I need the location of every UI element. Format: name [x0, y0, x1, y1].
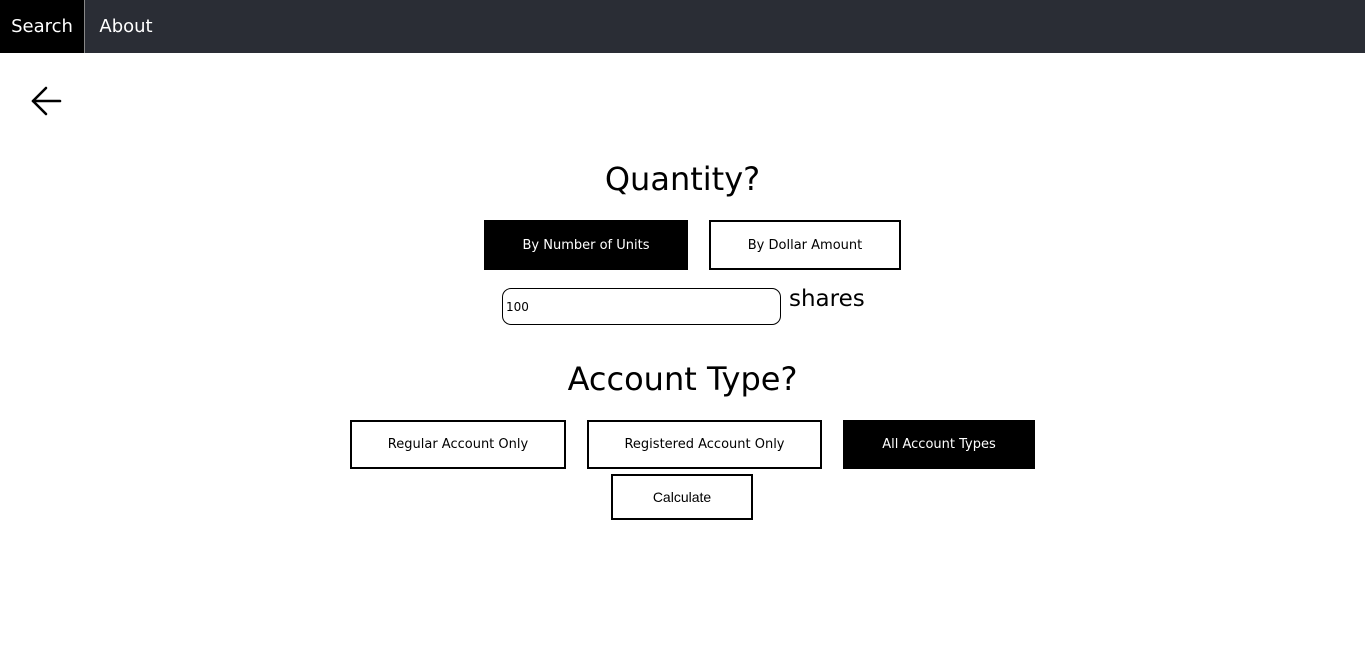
- nav-item-about[interactable]: About: [85, 0, 167, 53]
- by-number-of-units-button[interactable]: By Number of Units: [484, 220, 688, 270]
- registered-account-only-button[interactable]: Registered Account Only: [587, 420, 822, 469]
- account-type-heading: Account Type?: [567, 360, 798, 398]
- quantity-heading: Quantity?: [604, 160, 761, 198]
- regular-account-only-button[interactable]: Regular Account Only: [350, 420, 566, 469]
- by-dollar-amount-button[interactable]: By Dollar Amount: [709, 220, 901, 270]
- back-button[interactable]: [30, 86, 62, 116]
- arrow-left-icon: [31, 86, 62, 116]
- shares-label: shares: [789, 286, 865, 312]
- top-nav: Search About: [0, 0, 1365, 53]
- all-account-types-button[interactable]: All Account Types: [843, 420, 1035, 469]
- quantity-input[interactable]: [502, 288, 781, 325]
- nav-item-search[interactable]: Search: [0, 0, 85, 53]
- calculate-button[interactable]: Calculate: [611, 474, 753, 520]
